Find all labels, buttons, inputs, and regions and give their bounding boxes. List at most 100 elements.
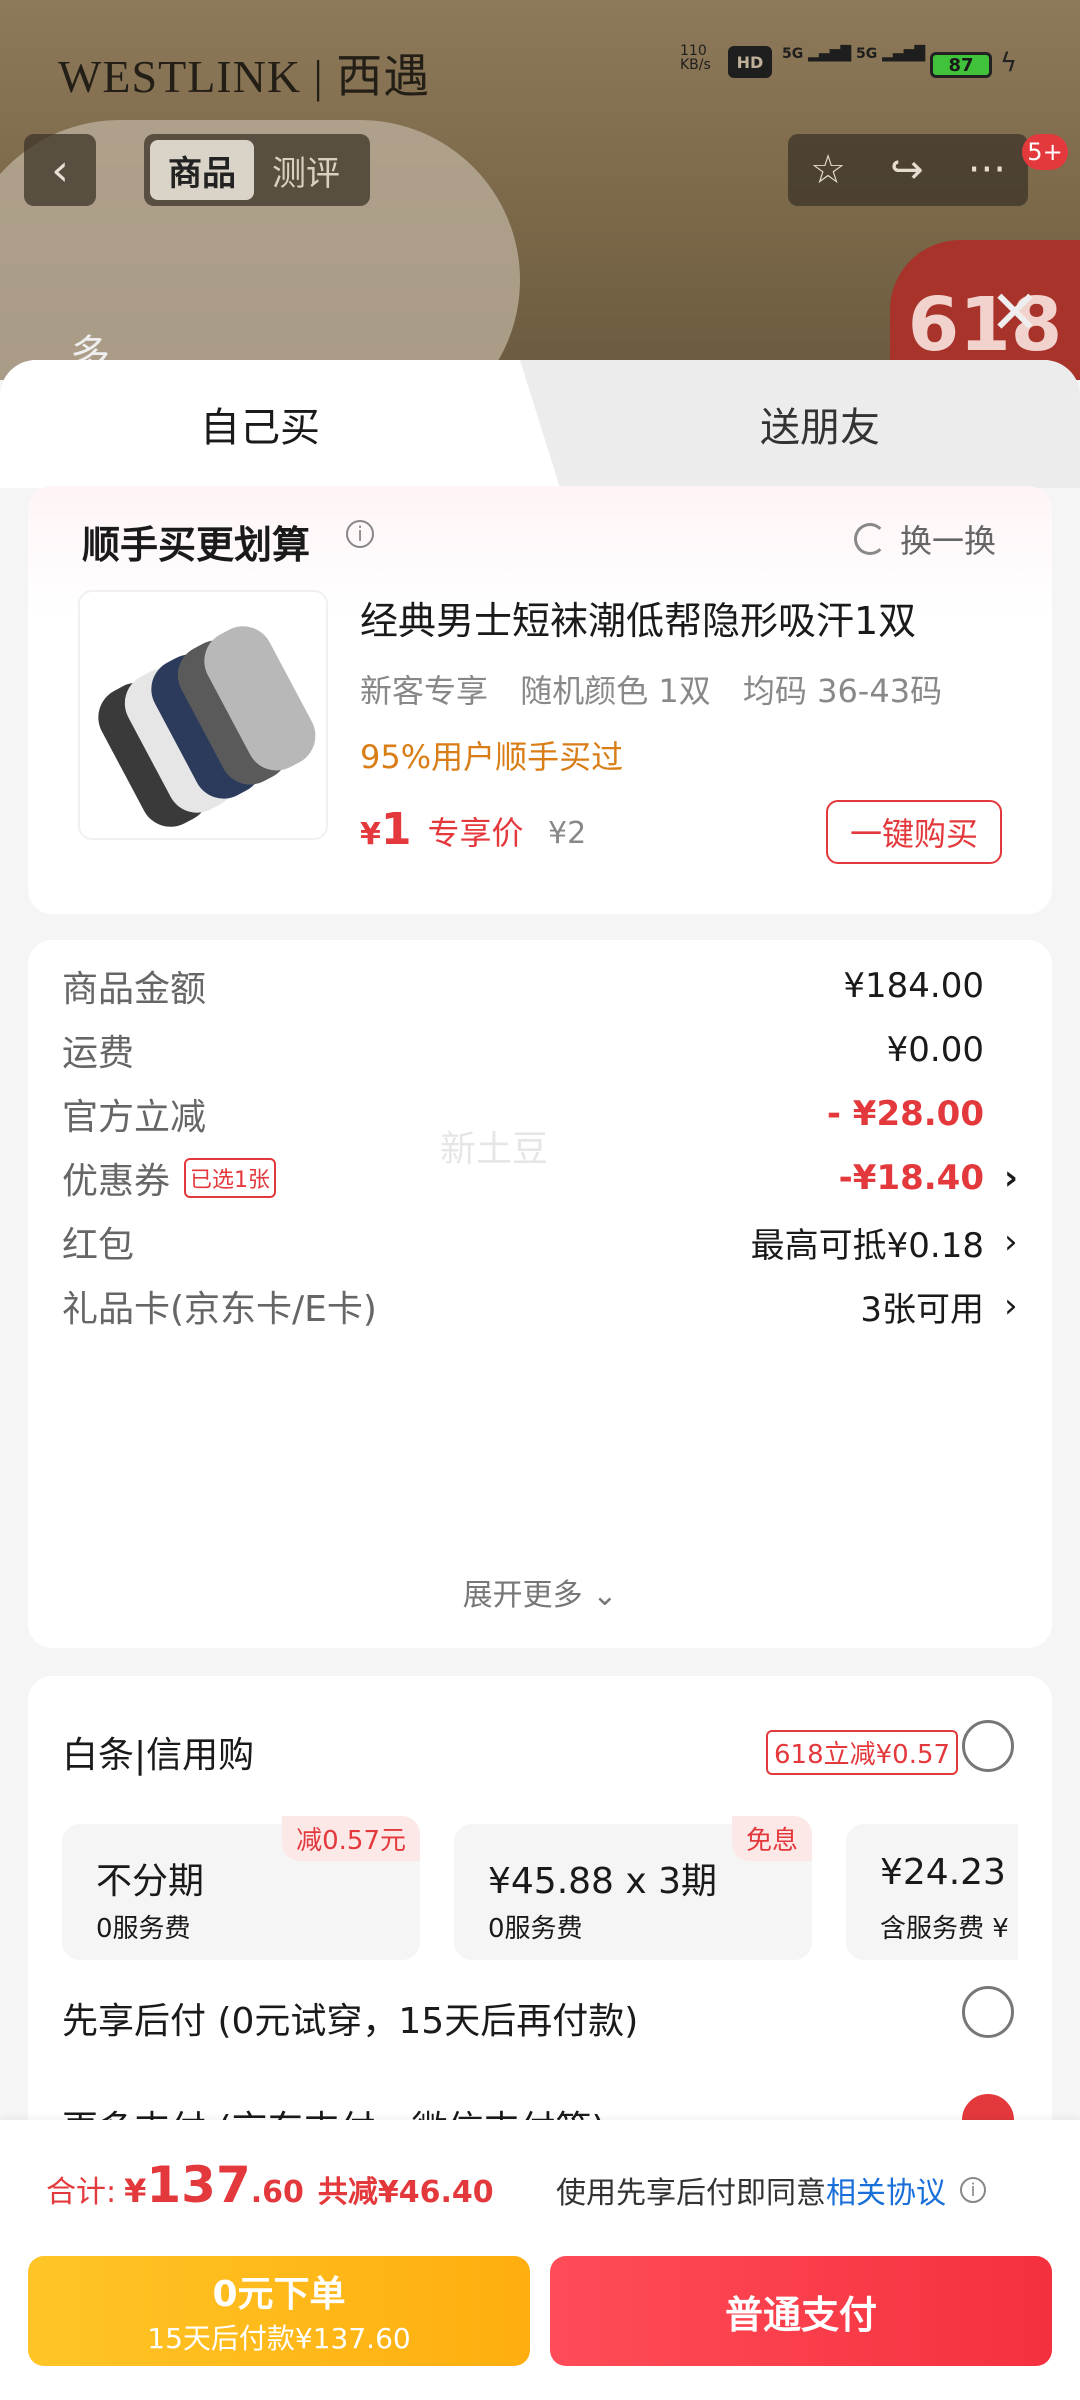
chevron-right-icon: › (1004, 1222, 1018, 1262)
row-label-wrap: 优惠券 已选1张 (62, 1152, 277, 1204)
normal-pay-button[interactable]: 普通支付 (550, 2256, 1052, 2366)
social-proof: 95%用户顺手买过 (360, 738, 624, 776)
row-value-wrap: ¥184.00 (843, 966, 1018, 1006)
pay-later-label: 先享后付 (0元试穿，15天后再付款) (62, 2001, 639, 2042)
total-price: 合计: ¥ 137 .60 共减¥46.40 (46, 2156, 494, 2214)
plan-no-installment[interactable]: 不分期 0服务费 减0.57元 (62, 1816, 420, 1960)
row-value-wrap: -¥18.40 › (839, 1158, 1018, 1198)
expand-more-label: 展开更多 (462, 1578, 583, 1613)
buy-tabs: 自己买 送朋友 (0, 360, 1080, 488)
signal-label-2: 5G (856, 46, 878, 62)
one-click-buy-button[interactable]: 一键购买 (826, 800, 1002, 864)
socks-image (98, 626, 316, 827)
row-value: 最高可抵¥0.18 (750, 1225, 984, 1266)
agreement-text: 使用先享后付即同意 (556, 2176, 826, 2211)
row-coupon[interactable]: 优惠券 已选1张 -¥18.40 › (62, 1148, 1018, 1208)
price-symbol: ¥ (360, 817, 381, 852)
checkout-bottom-bar: 合计: ¥ 137 .60 共减¥46.40 使用先享后付即同意 相关协议 i … (0, 2120, 1080, 2400)
signal-icon: 5G ▂▄▆█ (782, 46, 852, 62)
row-value: -¥18.40 (838, 1158, 984, 1198)
price-summary-card: 新土豆 商品金额 ¥184.00 运费 ¥0.00 官方立减 - ¥28.00 … (28, 940, 1052, 1648)
plan-sub: 0服务费 (488, 1914, 583, 1944)
star-icon[interactable]: ☆ (810, 147, 846, 193)
row-value: 3张可用 (860, 1289, 984, 1330)
info-icon[interactable]: i (346, 520, 374, 548)
upsell-product-name[interactable]: 经典男士短袜潮低帮隐形吸汗1双 (360, 590, 916, 645)
row-value-wrap: ¥0.00 (887, 1030, 1018, 1070)
pay-later-order-button[interactable]: 0元下单 15天后付款¥137.60 (28, 2256, 530, 2366)
tab-send-friend[interactable]: 送朋友 (560, 360, 1080, 488)
row-value-wrap: 最高可抵¥0.18 › (751, 1218, 1018, 1267)
plan-flag: 减0.57元 (282, 1816, 420, 1861)
expand-more-button[interactable]: 展开更多 ⌄ (28, 1570, 1052, 1614)
back-button[interactable]: ‹ (24, 134, 96, 206)
total-symbol: ¥ (124, 2172, 147, 2210)
plan-title: ¥24.23 x (880, 1852, 1018, 1893)
tab-buy-self-label: 自己买 (200, 405, 320, 451)
row-label: 运费 (62, 1033, 135, 1074)
upsell-product-attrs: 新客专享 随机颜色 1双 均码 36-43码 (360, 666, 964, 712)
upsell-card: 顺手买更划算 i 换一换 经典男士短袜潮低帮隐形吸汗1双 新客专享 随机颜色 1… (28, 486, 1052, 914)
row-label: 官方立减 (62, 1097, 207, 1138)
row-gift-card[interactable]: 礼品卡(京东卡/E卡) 3张可用 › (62, 1276, 1018, 1336)
tab-review[interactable]: 测评 (254, 140, 358, 200)
row-value: ¥0.00 (886, 1030, 984, 1070)
plan-title: 不分期 (96, 1861, 205, 1902)
chevron-left-icon: ‹ (51, 144, 69, 196)
signal-icon-2: 5G ▂▄▆█ (856, 46, 926, 62)
upsell-price: ¥ 1 专享价 (360, 804, 524, 855)
net-speed-unit: KB/s (680, 57, 711, 73)
checkout-sheet: 自己买 送朋友 顺手买更划算 i 换一换 经典男士短袜潮低帮隐形吸汗1双 新客专… (0, 360, 1080, 2400)
product-tabs: 商品 测评 (144, 134, 370, 206)
tab-buy-self[interactable]: 自己买 (0, 360, 560, 488)
row-red-packet[interactable]: 红包 最高可抵¥0.18 › (62, 1212, 1018, 1272)
installment-plans[interactable]: 不分期 0服务费 减0.57元 ¥45.88 x 3期 0服务费 免息 ¥24.… (62, 1676, 1018, 1996)
upsell-title: 顺手买更划算 (82, 523, 311, 567)
refresh-button[interactable]: 换一换 (854, 516, 996, 562)
promo-618-badge: 618 (890, 240, 1080, 380)
chevron-right-icon: › (1004, 1286, 1018, 1326)
agreement-link[interactable]: 相关协议 (826, 2168, 946, 2212)
row-value-wrap: - ¥28.00 (827, 1094, 1018, 1134)
close-icon[interactable]: ✕ (990, 278, 1040, 348)
total-integer: 137 (146, 2156, 251, 2214)
attr-color: 随机颜色 1双 (520, 672, 711, 710)
brand-logo: WESTLINK | 西遇 (58, 51, 431, 102)
row-label: 礼品卡(京东卡/E卡) (62, 1289, 377, 1330)
notification-badge: 5+ (1022, 134, 1068, 170)
price-label: 专享价 (427, 814, 524, 852)
row-goods-amount: 商品金额 ¥184.00 (62, 956, 1018, 1016)
tab-product[interactable]: 商品 (150, 140, 254, 200)
battery-icon: 87 (930, 52, 992, 78)
net-speed-value: 110 (680, 43, 707, 59)
row-value: - ¥28.00 (826, 1094, 984, 1134)
attr-size: 均码 36-43码 (742, 672, 943, 710)
share-icon[interactable]: ↪ (890, 147, 924, 193)
plan-6-installments[interactable]: ¥24.23 x 含服务费 ¥ (846, 1824, 1018, 1960)
refresh-icon (854, 523, 886, 555)
plan-sub: 含服务费 ¥ (880, 1914, 1009, 1944)
pay-later-btn-title: 0元下单 (212, 2274, 346, 2315)
attr-new-customer: 新客专享 (360, 672, 489, 710)
action-bar: ☆ ↪ ··· (788, 134, 1028, 206)
pay-later-radio[interactable] (962, 1986, 1014, 2038)
row-official-discount: 官方立减 - ¥28.00 (62, 1084, 1018, 1144)
more-icon[interactable]: ··· (968, 147, 1006, 193)
row-label: 红包 (62, 1225, 135, 1266)
plan-title: ¥45.88 x 3期 (488, 1861, 718, 1902)
product-thumbnail[interactable] (78, 590, 328, 840)
row-label: 优惠券 (62, 1161, 171, 1202)
coupon-selected-tag: 已选1张 (184, 1158, 277, 1198)
network-speed: 110 KB/s (680, 44, 711, 72)
signal-label: 5G (782, 46, 804, 62)
charging-icon: ϟ (1000, 48, 1018, 78)
plan-3-installments[interactable]: ¥45.88 x 3期 0服务费 免息 (454, 1816, 812, 1960)
info-icon[interactable]: i (960, 2177, 986, 2203)
price-value: 1 (380, 804, 412, 855)
agreement-notice: 使用先享后付即同意 相关协议 i (556, 2168, 986, 2212)
pay-later-btn-sub: 15天后付款¥137.60 (147, 2322, 411, 2355)
hd-icon: HD (728, 46, 772, 78)
row-value-wrap: 3张可用 › (860, 1282, 1018, 1331)
total-decimal: .60 (250, 2175, 304, 2210)
row-label: 商品金额 (62, 969, 207, 1010)
